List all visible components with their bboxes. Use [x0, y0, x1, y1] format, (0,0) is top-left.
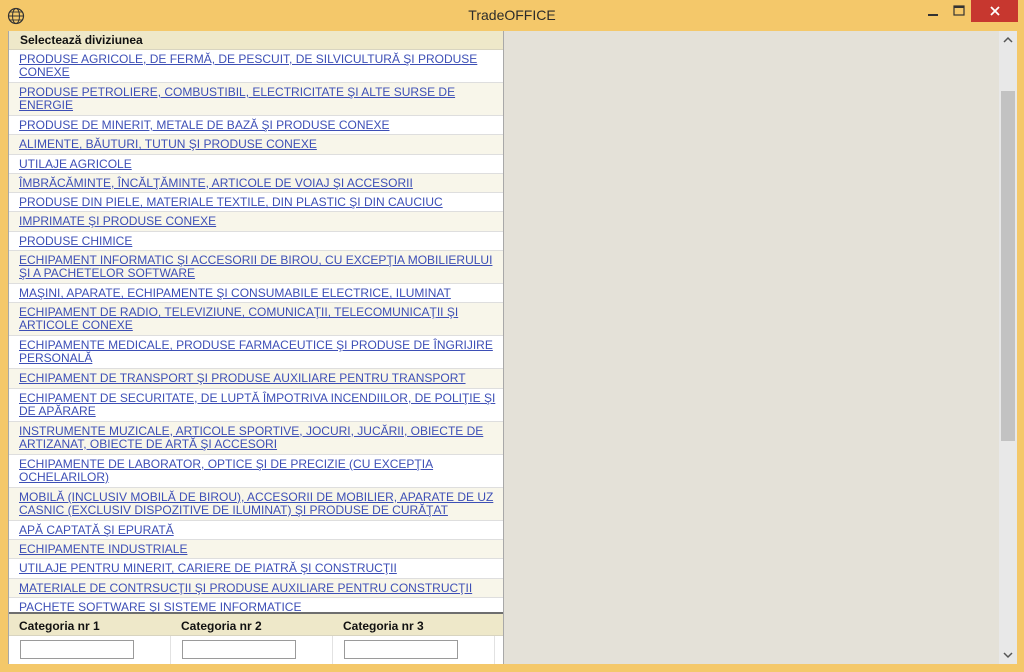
division-row: PRODUSE PETROLIERE, COMBUSTIBIL, ELECTRI…: [9, 83, 503, 116]
division-list-header: Selectează diviziunea: [9, 31, 503, 50]
division-link[interactable]: ÎMBRĂCĂMINTE, ÎNCĂLŢĂMINTE, ARTICOLE DE …: [19, 176, 413, 190]
division-row: ECHIPAMENTE DE LABORATOR, OPTICE ŞI DE P…: [9, 455, 503, 488]
division-link[interactable]: UTILAJE PENTRU MINERIT, CARIERE DE PIATR…: [19, 561, 397, 575]
category-2-cell: [171, 636, 333, 664]
division-row: ECHIPAMENTE INDUSTRIALE: [9, 539, 503, 560]
division-row: ECHIPAMENT INFORMATIC ŞI ACCESORII DE BI…: [9, 251, 503, 285]
division-row: ECHIPAMENTE MEDICALE, PRODUSE FARMACEUTI…: [9, 336, 503, 370]
detail-panel: [504, 31, 998, 664]
division-list: PRODUSE AGRICOLE, DE FERMĂ, DE PESCUIT, …: [9, 50, 503, 618]
category-2-input[interactable]: [182, 640, 296, 659]
division-row: ECHIPAMENT DE RADIO, TELEVIZIUNE, COMUNI…: [9, 303, 503, 337]
division-link[interactable]: UTILAJE AGRICOLE: [19, 157, 132, 171]
division-link[interactable]: MATERIALE DE CONTRSUCŢII ŞI PRODUSE AUXI…: [19, 581, 472, 595]
division-row: UTILAJE AGRICOLE: [9, 155, 503, 174]
category-input-row: [9, 636, 503, 664]
division-link[interactable]: APĂ CAPTATĂ ŞI EPURATĂ: [19, 523, 174, 537]
title-bar[interactable]: TradeOFFICE: [0, 0, 1024, 31]
division-row: PRODUSE AGRICOLE, DE FERMĂ, DE PESCUIT, …: [9, 50, 503, 83]
maximize-button[interactable]: [944, 0, 974, 22]
app-window: TradeOFFICE Selectează diviziunea PRODUS…: [0, 0, 1024, 672]
division-row: INSTRUMENTE MUZICALE, ARTICOLE SPORTIVE,…: [9, 421, 503, 455]
division-link[interactable]: ECHIPAMENTE MEDICALE, PRODUSE FARMACEUTI…: [19, 338, 493, 365]
division-panel: Selectează diviziunea PRODUSE AGRICOLE, …: [8, 31, 504, 664]
division-row: ÎMBRĂCĂMINTE, ÎNCĂLŢĂMINTE, ARTICOLE DE …: [9, 173, 503, 194]
chevron-up-icon: [1003, 36, 1013, 43]
division-link[interactable]: PRODUSE CHIMICE: [19, 234, 132, 248]
category-1-input[interactable]: [20, 640, 134, 659]
division-link[interactable]: INSTRUMENTE MUZICALE, ARTICOLE SPORTIVE,…: [19, 424, 483, 451]
division-row: ALIMENTE, BĂUTURI, TUTUN ŞI PRODUSE CONE…: [9, 135, 503, 155]
client-area: Selectează diviziunea PRODUSE AGRICOLE, …: [8, 31, 1017, 664]
division-row: PRODUSE CHIMICE: [9, 232, 503, 252]
category-3-cell: [333, 636, 495, 664]
chevron-down-icon: [1003, 652, 1013, 659]
division-row: MAŞINI, APARATE, ECHIPAMENTE ŞI CONSUMAB…: [9, 284, 503, 304]
vertical-scrollbar[interactable]: [999, 31, 1017, 664]
division-link[interactable]: ECHIPAMENT INFORMATIC ŞI ACCESORII DE BI…: [19, 253, 492, 280]
scroll-thumb[interactable]: [1001, 91, 1015, 441]
division-link[interactable]: ALIMENTE, BĂUTURI, TUTUN ŞI PRODUSE CONE…: [19, 137, 317, 151]
division-link[interactable]: PRODUSE DIN PIELE, MATERIALE TEXTILE, DI…: [19, 195, 443, 209]
scroll-down-button[interactable]: [999, 646, 1017, 664]
division-link[interactable]: PRODUSE DE MINERIT, METALE DE BAZĂ ŞI PR…: [19, 118, 390, 132]
division-link[interactable]: MOBILĂ (INCLUSIV MOBILĂ DE BIROU), ACCES…: [19, 490, 493, 517]
division-link[interactable]: PRODUSE AGRICOLE, DE FERMĂ, DE PESCUIT, …: [19, 52, 477, 79]
maximize-icon: [953, 5, 965, 16]
close-button[interactable]: [971, 0, 1018, 22]
division-row: IMPRIMATE ŞI PRODUSE CONEXE: [9, 212, 503, 232]
category-3-input[interactable]: [344, 640, 458, 659]
category-1-header: Categoria nr 1: [19, 619, 100, 633]
division-link[interactable]: IMPRIMATE ŞI PRODUSE CONEXE: [19, 214, 216, 228]
division-row: PRODUSE DIN PIELE, MATERIALE TEXTILE, DI…: [9, 193, 503, 213]
division-link[interactable]: ECHIPAMENT DE SECURITATE, DE LUPTĂ ÎMPOT…: [19, 391, 495, 418]
category-2-header: Categoria nr 2: [181, 619, 262, 633]
division-link[interactable]: ECHIPAMENT DE RADIO, TELEVIZIUNE, COMUNI…: [19, 305, 458, 332]
division-link[interactable]: PRODUSE PETROLIERE, COMBUSTIBIL, ELECTRI…: [19, 85, 455, 112]
close-icon: [989, 6, 1000, 16]
division-row: MOBILĂ (INCLUSIV MOBILĂ DE BIROU), ACCES…: [9, 487, 503, 521]
category-1-cell: [9, 636, 171, 664]
category-table: Categoria nr 1 Categoria nr 2 Categoria …: [9, 612, 503, 664]
category-header-row: Categoria nr 1 Categoria nr 2 Categoria …: [9, 614, 503, 636]
category-3-header: Categoria nr 3: [343, 619, 424, 633]
division-row: ECHIPAMENT DE SECURITATE, DE LUPTĂ ÎMPOT…: [9, 389, 503, 422]
division-link[interactable]: ECHIPAMENT DE TRANSPORT ŞI PRODUSE AUXIL…: [19, 371, 466, 385]
division-link[interactable]: ECHIPAMENTE INDUSTRIALE: [19, 542, 187, 556]
window-title: TradeOFFICE: [468, 7, 556, 23]
division-link[interactable]: MAŞINI, APARATE, ECHIPAMENTE ŞI CONSUMAB…: [19, 286, 451, 300]
division-row: APĂ CAPTATĂ ŞI EPURATĂ: [9, 521, 503, 540]
division-row: ECHIPAMENT DE TRANSPORT ŞI PRODUSE AUXIL…: [9, 369, 503, 389]
division-row: PRODUSE DE MINERIT, METALE DE BAZĂ ŞI PR…: [9, 116, 503, 136]
scroll-up-button[interactable]: [999, 31, 1017, 49]
division-link[interactable]: ECHIPAMENTE DE LABORATOR, OPTICE ŞI DE P…: [19, 457, 433, 484]
division-row: UTILAJE PENTRU MINERIT, CARIERE DE PIATR…: [9, 559, 503, 579]
minimize-icon: [928, 14, 938, 16]
division-row: MATERIALE DE CONTRSUCŢII ŞI PRODUSE AUXI…: [9, 578, 503, 598]
